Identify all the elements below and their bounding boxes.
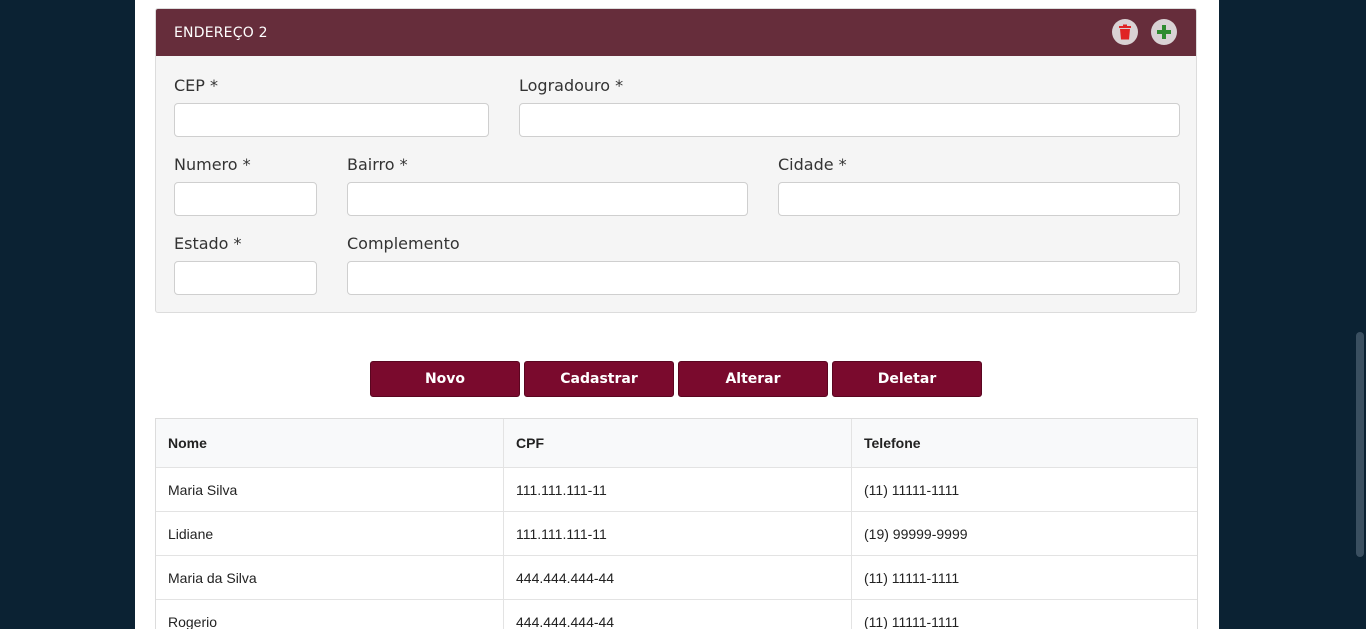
table-header-row: Nome CPF Telefone — [156, 419, 1197, 468]
cell-nome: Maria Silva — [156, 468, 504, 511]
logradouro-label: Logradouro * — [519, 76, 624, 95]
table-row[interactable]: Lidiane 111.111.111-11 (19) 99999-9999 — [156, 512, 1197, 556]
cell-telefone: (19) 99999-9999 — [864, 525, 968, 542]
remove-address-button[interactable] — [1112, 19, 1138, 45]
address-panel: ENDEREÇO 2 CEP * Logradouro * Numero * B… — [155, 8, 1197, 313]
trash-icon — [1119, 24, 1131, 40]
table-row[interactable]: Maria Silva 111.111.111-11 (11) 11111-11… — [156, 468, 1197, 512]
cep-input[interactable] — [174, 103, 489, 137]
address-panel-header: ENDEREÇO 2 — [156, 9, 1196, 56]
estado-input[interactable] — [174, 261, 317, 295]
cep-label: CEP * — [174, 76, 219, 95]
bairro-input[interactable] — [347, 182, 748, 216]
cell-cpf: 444.444.444-44 — [504, 600, 852, 629]
cidade-input[interactable] — [778, 182, 1180, 216]
cidade-label: Cidade * — [778, 155, 847, 174]
cell-cpf: 111.111.111-11 — [504, 512, 852, 555]
bairro-label: Bairro * — [347, 155, 408, 174]
add-address-button[interactable] — [1151, 19, 1177, 45]
novo-button[interactable]: Novo — [370, 361, 520, 397]
address-panel-title: ENDEREÇO 2 — [174, 24, 268, 41]
cell-nome: Rogerio — [156, 600, 504, 629]
plus-icon — [1157, 25, 1171, 39]
complemento-input[interactable] — [347, 261, 1180, 295]
numero-input[interactable] — [174, 182, 317, 216]
cell-cpf: 111.111.111-11 — [504, 468, 852, 511]
cadastrar-button[interactable]: Cadastrar — [524, 361, 674, 397]
table-row[interactable]: Rogerio 444.444.444-44 (11) 11111-1111 — [156, 600, 1197, 629]
scrollbar-thumb[interactable] — [1356, 332, 1364, 557]
page-scrollbar[interactable] — [1355, 0, 1366, 629]
column-header-telefone[interactable]: Telefone — [852, 419, 1197, 467]
action-buttons: Novo Cadastrar Alterar Deletar — [370, 361, 982, 397]
cell-telefone: (11) 11111-1111 — [864, 613, 960, 629]
clients-table: Nome CPF Telefone Maria Silva 111.111.11… — [155, 418, 1198, 629]
cell-telefone: (11) 11111-1111 — [864, 569, 960, 586]
cell-nome: Lidiane — [156, 512, 504, 555]
deletar-button[interactable]: Deletar — [832, 361, 982, 397]
logradouro-input[interactable] — [519, 103, 1180, 137]
table-row[interactable]: Maria da Silva 444.444.444-44 (11) 11111… — [156, 556, 1197, 600]
numero-label: Numero * — [174, 155, 251, 174]
estado-label: Estado * — [174, 234, 242, 253]
cell-cpf: 444.444.444-44 — [504, 556, 852, 599]
complemento-label: Complemento — [347, 234, 460, 253]
column-header-nome[interactable]: Nome — [156, 419, 504, 467]
alterar-button[interactable]: Alterar — [678, 361, 828, 397]
cell-telefone: (11) 11111-1111 — [864, 481, 960, 498]
page-container: ENDEREÇO 2 CEP * Logradouro * Numero * B… — [135, 0, 1219, 629]
column-header-cpf[interactable]: CPF — [504, 419, 852, 467]
cell-nome: Maria da Silva — [156, 556, 504, 599]
